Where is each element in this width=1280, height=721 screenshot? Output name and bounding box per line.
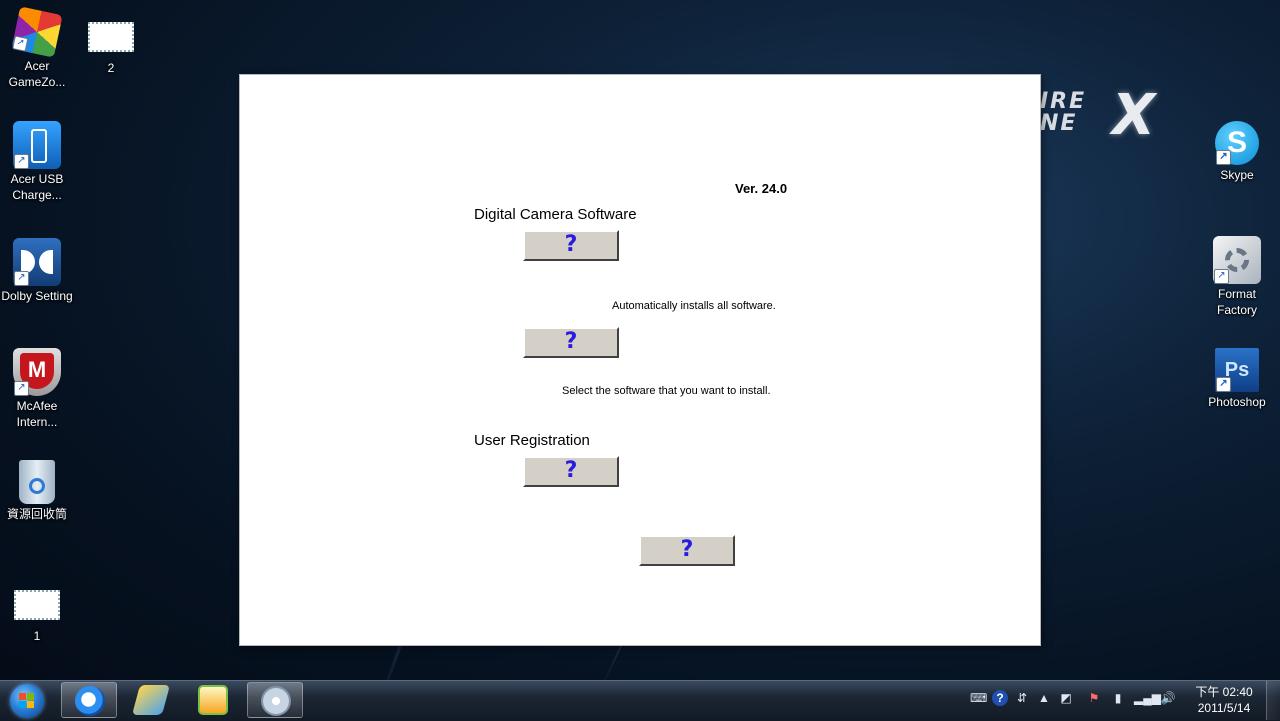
auto-install-description: Automatically installs all software.	[612, 300, 776, 312]
installer-taskbar-button[interactable]	[247, 682, 303, 718]
select-software-description: Select the software that you want to ins…	[562, 385, 771, 397]
icon-label: Skype	[1220, 168, 1254, 182]
network-app-icon[interactable]: ◩	[1058, 690, 1074, 706]
shortcut-arrow-icon: ↗	[12, 35, 29, 52]
camera-software-button[interactable]: ?	[523, 230, 619, 261]
photoshop-icon: Ps ↗	[1215, 348, 1259, 392]
image-file-1[interactable]: 1	[0, 590, 74, 644]
icon-label: McAfee Intern...	[16, 399, 58, 429]
acer-usb-charge-shortcut[interactable]: ↗ Acer USB Charge...	[0, 121, 74, 203]
icon-label: 1	[33, 629, 41, 643]
image-file-icon	[14, 590, 60, 620]
icon-label: Dolby Setting	[1, 289, 73, 303]
shortcut-arrow-icon: ↗	[14, 154, 29, 169]
recycle-bin-icon	[19, 460, 55, 504]
keyboard-icon[interactable]: ⌨	[970, 690, 987, 706]
installer-disc-icon	[261, 686, 291, 716]
icon-label: Format Factory	[1216, 287, 1257, 317]
image-file-2[interactable]: 2	[74, 22, 148, 76]
auto-install-button[interactable]: ?	[523, 327, 619, 358]
language-bar-icon[interactable]: ⇵	[1014, 690, 1030, 706]
image-file-icon	[88, 22, 134, 52]
pen-app-icon	[131, 685, 171, 715]
shortcut-arrow-icon: ↗	[1216, 377, 1231, 392]
pinned-app-button[interactable]	[123, 682, 179, 718]
icon-label: Acer USB Charge...	[10, 172, 64, 202]
photoshop-shortcut[interactable]: Ps ↗ Photoshop	[1200, 348, 1274, 410]
pps-button[interactable]	[185, 682, 241, 718]
shortcut-arrow-icon: ↗	[1216, 150, 1231, 165]
security-flag-icon[interactable]: ⚑	[1086, 690, 1102, 706]
user-registration-button[interactable]: ?	[523, 456, 619, 487]
skype-icon: S ↗	[1215, 121, 1259, 165]
clock-time: 下午 02:40	[1195, 685, 1253, 699]
icon-label: 資源回收筒	[6, 507, 67, 521]
shortcut-arrow-icon: ↗	[1214, 269, 1229, 284]
user-registration-heading: User Registration	[474, 432, 590, 449]
dolby-setting-shortcut[interactable]: ↗ Dolby Setting	[0, 238, 74, 304]
shortcut-arrow-icon: ↗	[14, 271, 29, 286]
format-factory-icon: ↗	[1213, 236, 1261, 284]
volume-icon[interactable]: 🔊	[1160, 690, 1176, 706]
icon-label: Acer GameZo...	[8, 59, 66, 89]
internet-explorer-icon	[75, 686, 105, 716]
mcafee-shortcut[interactable]: M ↗ McAfee Intern...	[0, 348, 74, 430]
shortcut-arrow-icon: ↗	[14, 381, 29, 396]
usb-charge-icon: ↗	[13, 121, 61, 169]
icon-label: Photoshop	[1208, 395, 1266, 409]
windows-logo-icon	[10, 684, 44, 718]
exit-button[interactable]: ?	[639, 535, 735, 566]
acer-gamezone-shortcut[interactable]: ↗ Acer GameZo...	[0, 6, 74, 90]
signal-icon[interactable]: ▂▄▆	[1134, 690, 1161, 706]
camera-software-heading: Digital Camera Software	[474, 206, 637, 223]
help-icon[interactable]: ?	[992, 690, 1008, 706]
rubik-cube-icon: ↗	[11, 6, 63, 58]
internet-explorer-button[interactable]	[61, 682, 117, 718]
show-hidden-icons-icon[interactable]: ▲	[1036, 690, 1052, 706]
clock-date: 2011/5/14	[1197, 701, 1251, 715]
skype-shortcut[interactable]: S ↗ Skype	[1200, 121, 1274, 183]
wallpaper-logo: IRE NE X	[1040, 83, 1156, 148]
start-button[interactable]	[5, 683, 49, 719]
clock[interactable]: 下午 02:40 2011/5/14	[1188, 684, 1260, 716]
recycle-bin[interactable]: 資源回收筒	[0, 460, 74, 522]
system-tray: ⌨ ? ⇵ ▲ ◩ ⚑ ▮ ▂▄▆ 🔊	[970, 690, 1180, 710]
format-factory-shortcut[interactable]: ↗ Format Factory	[1200, 236, 1274, 318]
dolby-icon: ↗	[13, 238, 61, 286]
icon-label: 2	[107, 61, 115, 75]
pps-icon	[198, 685, 228, 715]
mcafee-shield-icon: M ↗	[13, 348, 61, 396]
installer-window: Ver. 24.0 Digital Camera Software ? Auto…	[240, 75, 1040, 645]
version-label: Ver. 24.0	[735, 181, 788, 196]
battery-icon[interactable]: ▮	[1110, 690, 1126, 706]
show-desktop-button[interactable]	[1266, 681, 1280, 720]
